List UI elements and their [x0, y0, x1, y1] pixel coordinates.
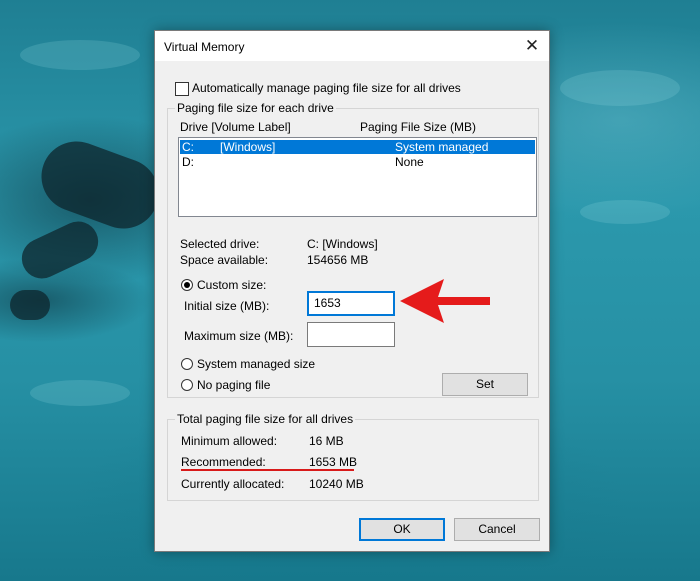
drive-row-d[interactable]: D: None — [180, 155, 535, 169]
initial-size-label: Initial size (MB): — [184, 299, 270, 313]
column-header-drive: Drive [Volume Label] — [180, 120, 291, 134]
totals-group-title: Total paging file size for all drives — [175, 412, 356, 426]
currently-allocated-value: 10240 MB — [309, 477, 364, 491]
no-paging-label[interactable]: No paging file — [197, 378, 270, 392]
initial-size-input[interactable]: 1653 — [307, 291, 395, 316]
space-available-label: Space available: — [180, 253, 269, 267]
selected-drive-label: Selected drive: — [180, 237, 260, 251]
drive-letter: C: — [182, 140, 194, 154]
currently-allocated-label: Currently allocated: — [181, 477, 285, 491]
minimum-allowed-label: Minimum allowed: — [181, 434, 278, 448]
drive-list[interactable]: C: [Windows] System managed D: None — [178, 137, 537, 217]
drive-paging-size: System managed — [395, 140, 489, 154]
system-managed-radio[interactable] — [181, 358, 193, 370]
recommended-underline-annotation — [181, 469, 354, 471]
set-button[interactable]: Set — [442, 373, 528, 396]
dialog-title: Virtual Memory — [164, 40, 245, 54]
cancel-button[interactable]: Cancel — [454, 518, 540, 541]
auto-manage-label[interactable]: Automatically manage paging file size fo… — [192, 81, 461, 95]
maximum-size-input[interactable] — [307, 322, 395, 347]
space-available-value: 154656 MB — [307, 253, 369, 267]
column-header-size: Paging File Size (MB) — [360, 120, 477, 134]
close-icon[interactable]: ✕ — [521, 35, 543, 57]
ok-button[interactable]: OK — [359, 518, 445, 541]
no-paging-radio[interactable] — [181, 379, 193, 391]
system-managed-label[interactable]: System managed size — [197, 357, 315, 371]
auto-manage-checkbox[interactable] — [175, 82, 189, 96]
per-drive-group-title: Paging file size for each drive — [175, 101, 336, 115]
custom-size-radio[interactable] — [181, 279, 193, 291]
maximum-size-label: Maximum size (MB): — [184, 329, 294, 343]
drive-volume-label: [Windows] — [220, 140, 276, 154]
minimum-allowed-value: 16 MB — [309, 434, 344, 448]
drive-paging-size: None — [395, 155, 424, 169]
drive-letter: D: — [182, 155, 194, 169]
custom-size-label[interactable]: Custom size: — [197, 278, 266, 292]
selected-drive-value: C: [Windows] — [307, 237, 378, 251]
title-bar: Virtual Memory ✕ — [155, 31, 549, 61]
red-arrow-icon — [400, 279, 490, 323]
drive-row-c[interactable]: C: [Windows] System managed — [180, 140, 535, 154]
recommended-label: Recommended: — [181, 455, 266, 469]
recommended-value: 1653 MB — [309, 455, 358, 469]
